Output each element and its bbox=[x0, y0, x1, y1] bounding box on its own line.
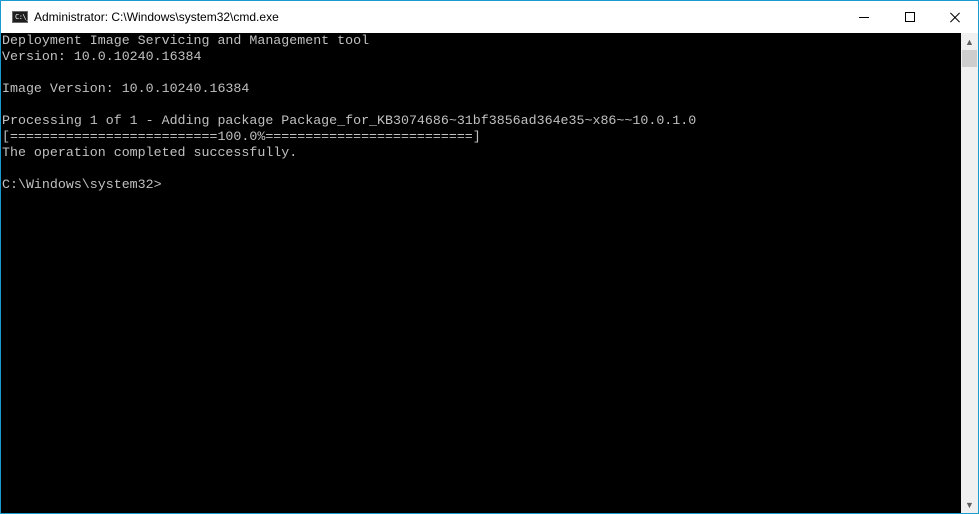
console-line: Processing 1 of 1 - Adding package Packa… bbox=[2, 113, 697, 128]
cmd-icon[interactable]: C:\_ bbox=[12, 11, 30, 23]
minimize-icon bbox=[859, 16, 869, 18]
title-bar[interactable]: C:\_ Administrator: C:\Windows\system32\… bbox=[1, 1, 978, 33]
console-line: Deployment Image Servicing and Managemen… bbox=[2, 33, 370, 48]
close-button[interactable] bbox=[932, 1, 978, 33]
close-icon bbox=[950, 12, 960, 22]
minimize-button[interactable] bbox=[841, 1, 887, 33]
maximize-button[interactable] bbox=[887, 1, 933, 33]
scroll-up-button[interactable]: ▲ bbox=[961, 33, 978, 50]
cmd-window: C:\_ Administrator: C:\Windows\system32\… bbox=[0, 0, 979, 514]
chevron-up-icon: ▲ bbox=[965, 36, 974, 47]
console-output[interactable]: Deployment Image Servicing and Managemen… bbox=[1, 33, 961, 513]
chevron-down-icon: ▼ bbox=[965, 499, 974, 510]
window-title: Administrator: C:\Windows\system32\cmd.e… bbox=[34, 10, 279, 24]
console-line: Image Version: 10.0.10240.16384 bbox=[2, 81, 250, 96]
scrollbar-thumb[interactable] bbox=[962, 50, 977, 67]
maximize-icon bbox=[905, 12, 915, 22]
console-line: Version: 10.0.10240.16384 bbox=[2, 49, 202, 64]
console-line: The operation completed successfully. bbox=[2, 145, 298, 160]
progress-line: [==========================100.0%=======… bbox=[2, 129, 481, 144]
vertical-scrollbar[interactable]: ▲ ▼ bbox=[961, 33, 978, 513]
cmd-icon-text: C:\_ bbox=[15, 13, 30, 21]
command-prompt[interactable]: C:\Windows\system32> bbox=[2, 177, 961, 193]
scroll-down-button[interactable]: ▼ bbox=[961, 496, 978, 513]
